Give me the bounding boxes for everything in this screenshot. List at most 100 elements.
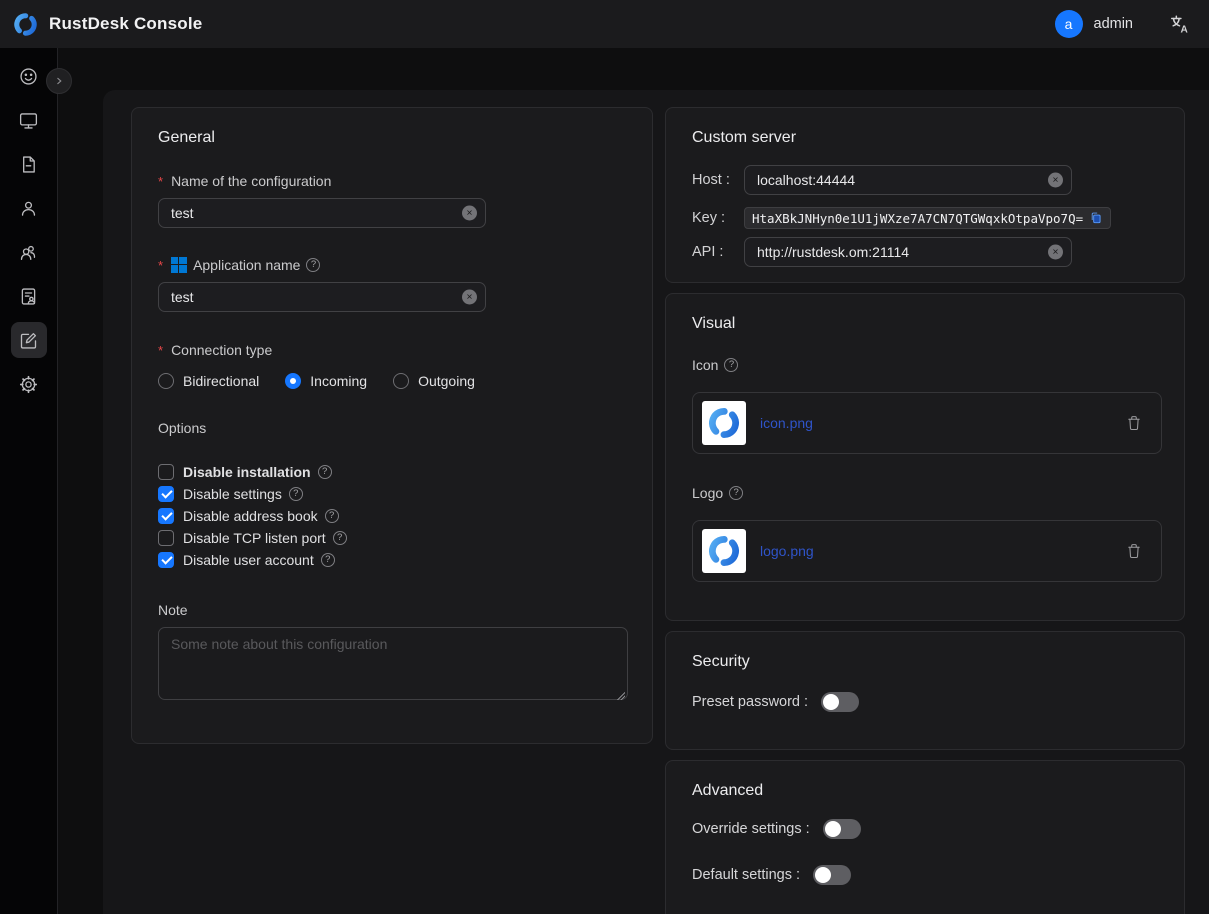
help-icon[interactable]: ? <box>306 258 320 272</box>
api-label: API : <box>692 244 744 260</box>
note-textarea[interactable] <box>158 627 628 700</box>
preset-password-toggle[interactable] <box>821 692 859 712</box>
help-icon[interactable]: ? <box>729 486 743 500</box>
key-value: HtaXBkJNHyn0e1U1jWXze7A7CN7QTGWqxkOtpaVp… <box>752 211 1083 226</box>
app-name-input-wrap: ✕ <box>158 282 486 312</box>
sidebar-item-custom-client[interactable] <box>11 322 47 358</box>
app-name-input[interactable] <box>158 282 486 312</box>
host-input-wrap: ✕ <box>744 165 1072 195</box>
general-title: General <box>158 128 626 148</box>
chevron-right-icon <box>52 74 66 88</box>
security-title: Security <box>692 652 1158 672</box>
user-avatar[interactable]: a <box>1055 10 1083 38</box>
clear-icon[interactable]: ✕ <box>1048 173 1063 188</box>
monitor-icon <box>18 110 39 131</box>
user-group-icon <box>18 242 39 263</box>
radio-bidirectional[interactable]: Bidirectional <box>158 373 259 389</box>
windows-icon <box>171 257 187 273</box>
clear-icon[interactable]: ✕ <box>1048 245 1063 260</box>
radio-incoming[interactable]: Incoming <box>285 373 367 389</box>
sidebar-item-documents[interactable] <box>11 146 47 182</box>
top-bar: RustDesk Console a admin A <box>0 0 1209 48</box>
help-icon[interactable]: ? <box>321 553 335 567</box>
override-settings-toggle[interactable] <box>823 819 861 839</box>
svg-text:A: A <box>1180 24 1188 35</box>
toggle-knob <box>815 867 831 883</box>
clear-icon[interactable]: ✕ <box>462 290 477 305</box>
sidebar-item-groups[interactable] <box>11 234 47 270</box>
connection-type-group: Bidirectional Incoming Outgoing <box>158 373 626 389</box>
sidebar-item-audit[interactable] <box>11 278 47 314</box>
check-disable-settings[interactable]: Disable settings ? <box>158 483 626 505</box>
check-disable-address-book[interactable]: Disable address book ? <box>158 505 626 527</box>
sidebar-item-devices[interactable] <box>11 102 47 138</box>
logo-file-box: logo.png <box>692 520 1162 582</box>
options-label: Options <box>158 419 626 437</box>
help-icon[interactable]: ? <box>724 358 738 372</box>
note-label: Note <box>158 601 626 619</box>
api-input[interactable] <box>744 237 1072 267</box>
icon-file-box: icon.png <box>692 392 1162 454</box>
override-settings-label: Override settings : <box>692 821 810 837</box>
trash-icon[interactable] <box>1125 414 1143 432</box>
check-disable-user-account[interactable]: Disable user account ? <box>158 549 626 571</box>
trash-icon[interactable] <box>1125 542 1143 560</box>
help-icon[interactable]: ? <box>289 487 303 501</box>
config-name-label: Name of the configuration <box>158 172 626 190</box>
checkbox <box>158 552 174 568</box>
key-chip: HtaXBkJNHyn0e1U1jWXze7A7CN7QTGWqxkOtpaVp… <box>744 207 1111 229</box>
visual-title: Visual <box>692 314 1158 334</box>
sidebar <box>0 48 58 914</box>
default-settings-label: Default settings : <box>692 867 800 883</box>
checkbox <box>158 530 174 546</box>
document-icon <box>18 154 39 175</box>
sidebar-item-users[interactable] <box>11 190 47 226</box>
main-panel: General Name of the configuration ✕ Appl… <box>103 90 1209 914</box>
config-name-input[interactable] <box>158 198 486 228</box>
app-title: RustDesk Console <box>49 14 202 34</box>
visual-card: Visual Icon ? icon.png <box>665 293 1185 621</box>
checkbox <box>158 486 174 502</box>
default-settings-toggle[interactable] <box>813 865 851 885</box>
radio-dot <box>285 373 301 389</box>
advanced-card: Advanced Override settings : Default set… <box>665 760 1185 914</box>
translate-icon[interactable]: A <box>1169 13 1191 35</box>
check-disable-installation[interactable]: Disable installation ? <box>158 461 626 483</box>
help-icon[interactable]: ? <box>318 465 332 479</box>
check-disable-tcp-listen-port[interactable]: Disable TCP listen port ? <box>158 527 626 549</box>
edit-icon <box>18 330 39 351</box>
advanced-title: Advanced <box>692 781 1158 801</box>
host-input[interactable] <box>744 165 1072 195</box>
gear-icon <box>18 374 39 395</box>
checkbox <box>158 464 174 480</box>
clear-icon[interactable]: ✕ <box>462 206 477 221</box>
logo-file-link[interactable]: logo.png <box>760 543 814 559</box>
host-label: Host : <box>692 172 744 188</box>
toggle-knob <box>823 694 839 710</box>
logo-label: Logo ? <box>692 484 1158 502</box>
user-icon <box>18 198 39 219</box>
app-name-label: Application name ? <box>158 256 626 274</box>
key-label: Key : <box>692 210 744 226</box>
help-icon[interactable]: ? <box>333 531 347 545</box>
checkbox <box>158 508 174 524</box>
rustdesk-logo-icon <box>706 533 742 569</box>
help-icon[interactable]: ? <box>325 509 339 523</box>
logo-thumbnail <box>702 529 746 573</box>
radio-outgoing[interactable]: Outgoing <box>393 373 475 389</box>
sidebar-item-dashboard[interactable] <box>11 58 47 94</box>
sidebar-item-settings[interactable] <box>11 366 47 402</box>
config-name-input-wrap: ✕ <box>158 198 486 228</box>
icon-file-link[interactable]: icon.png <box>760 415 813 431</box>
copy-icon[interactable] <box>1089 211 1103 225</box>
radio-dot <box>393 373 409 389</box>
sidebar-expand-button[interactable] <box>46 68 72 94</box>
security-card: Security Preset password : <box>665 631 1185 750</box>
rustdesk-logo-icon <box>706 405 742 441</box>
document-user-icon <box>18 286 39 307</box>
username[interactable]: admin <box>1094 16 1134 32</box>
smiley-icon <box>18 66 39 87</box>
custom-server-title: Custom server <box>692 128 1158 148</box>
radio-dot <box>158 373 174 389</box>
custom-server-card: Custom server Host : ✕ Key : HtaXBkJNHyn… <box>665 107 1185 283</box>
